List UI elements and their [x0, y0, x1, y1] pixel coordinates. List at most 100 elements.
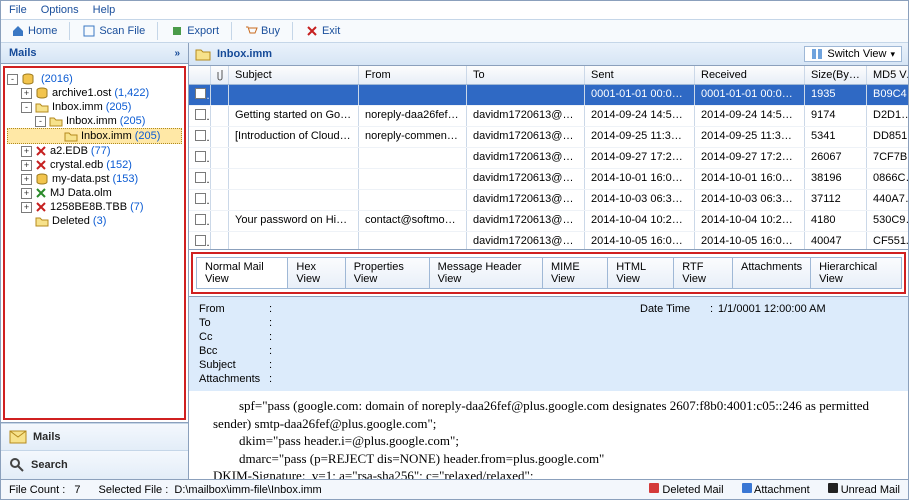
- exit-button[interactable]: Exit: [299, 22, 346, 40]
- view-tab[interactable]: Hex View: [287, 257, 345, 289]
- node-label: MJ Data.olm: [50, 187, 112, 199]
- menu-bar: File Options Help: [1, 1, 908, 20]
- cell-to: davidm1720613@gmail...: [467, 169, 585, 189]
- node-label: Deleted: [52, 215, 90, 227]
- buy-button[interactable]: Buy: [238, 22, 286, 40]
- col-subject[interactable]: Subject: [229, 66, 359, 84]
- view-tab[interactable]: Properties View: [345, 257, 430, 289]
- cell-from: [359, 148, 467, 168]
- lbl-bcc: Bcc: [199, 345, 269, 357]
- table-row[interactable]: Getting started on Googl...noreply-daa26…: [189, 106, 908, 127]
- menu-help[interactable]: Help: [93, 4, 116, 16]
- col-sent[interactable]: Sent: [585, 66, 695, 84]
- row-checkbox[interactable]: [195, 235, 206, 246]
- switch-view-button[interactable]: Switch View▾: [804, 46, 902, 62]
- expand-toggle[interactable]: +: [21, 160, 32, 171]
- row-checkbox[interactable]: [195, 172, 206, 183]
- nav-search[interactable]: Search: [1, 450, 188, 479]
- folder-tree[interactable]: - (2016)+archive1.ost (1,422)-Inbox.imm …: [3, 66, 186, 420]
- expand-toggle[interactable]: +: [21, 188, 32, 199]
- view-tab[interactable]: MIME View: [542, 257, 608, 289]
- row-checkbox[interactable]: [195, 214, 206, 225]
- cell-sent: 2014-09-25 11:34:38: [585, 127, 695, 147]
- table-row[interactable]: davidm1720613@gmail...2014-09-27 17:21:5…: [189, 148, 908, 169]
- row-checkbox[interactable]: [195, 130, 206, 141]
- tree-node[interactable]: -Inbox.imm (205): [7, 114, 182, 128]
- col-attach[interactable]: [211, 66, 229, 84]
- expand-toggle[interactable]: -: [7, 74, 18, 85]
- node-count: (1,422): [114, 87, 149, 99]
- tree-node[interactable]: Inbox.imm (205): [7, 128, 182, 144]
- tree-node[interactable]: + archive1.ost (1,422): [7, 86, 182, 100]
- view-tab[interactable]: HTML View: [607, 257, 674, 289]
- file-count-label: File Count : 7: [9, 484, 81, 496]
- cell-size: 1935: [805, 85, 867, 105]
- chevron-icon[interactable]: »: [174, 48, 180, 59]
- node-icon: [35, 215, 49, 227]
- col-size[interactable]: Size(Bytes): [805, 66, 867, 84]
- expand-toggle[interactable]: +: [21, 88, 32, 99]
- col-check[interactable]: [189, 66, 211, 84]
- node-label: 1258BE8B.TBB: [50, 201, 127, 213]
- table-row[interactable]: davidm1720613@gmail...2014-10-05 16:06:2…: [189, 232, 908, 250]
- view-tab[interactable]: Message Header View: [429, 257, 543, 289]
- selected-file-label: Selected File : D:\mailbox\imm-file\Inbo…: [99, 484, 322, 496]
- col-from[interactable]: From: [359, 66, 467, 84]
- view-tab[interactable]: RTF View: [673, 257, 733, 289]
- table-row[interactable]: davidm1720613@gmail...2014-10-01 16:09:3…: [189, 169, 908, 190]
- nav-mails[interactable]: Mails: [1, 423, 188, 450]
- row-checkbox[interactable]: [195, 109, 206, 120]
- cell-subject: [229, 85, 359, 105]
- tree-node[interactable]: +my-data.pst (153): [7, 172, 182, 186]
- val-datetime: 1/1/0001 12:00:00 AM: [718, 303, 898, 315]
- tree-node[interactable]: - (2016): [7, 72, 182, 86]
- node-label: archive1.ost: [52, 87, 111, 99]
- row-checkbox[interactable]: [195, 151, 206, 162]
- col-md5[interactable]: MD5 Values: [867, 66, 908, 84]
- scan-button[interactable]: Scan File: [76, 22, 151, 40]
- toolbar: Home Scan File Export Buy Exit: [1, 20, 908, 43]
- table-row[interactable]: davidm1720613@gmail...2014-10-03 06:34:1…: [189, 190, 908, 211]
- row-checkbox[interactable]: [195, 88, 206, 99]
- node-label: my-data.pst: [52, 173, 109, 185]
- menu-file[interactable]: File: [9, 4, 27, 16]
- expand-toggle[interactable]: -: [21, 102, 32, 113]
- mail-grid[interactable]: Subject From To Sent Received Size(Bytes…: [189, 66, 908, 250]
- node-count: (205): [106, 101, 132, 113]
- table-row[interactable]: 0001-01-01 00:00:000001-01-01 00:00:0019…: [189, 85, 908, 106]
- home-icon: [11, 24, 25, 38]
- tree-node[interactable]: +1258BE8B.TBB (7): [7, 200, 182, 214]
- col-to[interactable]: To: [467, 66, 585, 84]
- expand-toggle[interactable]: -: [35, 116, 46, 127]
- tree-node[interactable]: + MJ Data.olm: [7, 186, 182, 200]
- table-row[interactable]: Your password on Hidde...contact@softmoz…: [189, 211, 908, 232]
- cell-to: davidm1720613@gmail...: [467, 127, 585, 147]
- table-row[interactable]: [Introduction of Cloud C...noreply-comme…: [189, 127, 908, 148]
- view-tab[interactable]: Normal Mail View: [196, 257, 288, 289]
- separator: [69, 22, 70, 40]
- scan-icon: [82, 24, 96, 38]
- col-received[interactable]: Received: [695, 66, 805, 84]
- row-checkbox[interactable]: [195, 193, 206, 204]
- separator: [231, 22, 232, 40]
- tree-node[interactable]: +a2.EDB (77): [7, 144, 182, 158]
- node-count: (205): [135, 130, 161, 142]
- tree-node[interactable]: Deleted (3): [7, 214, 182, 228]
- menu-options[interactable]: Options: [41, 4, 79, 16]
- expand-toggle[interactable]: +: [21, 146, 32, 157]
- cell-sent: 2014-10-04 10:24:41: [585, 211, 695, 231]
- sidebar: Mails » - (2016)+archive1.ost (1,422)-In…: [1, 43, 189, 479]
- preview-body[interactable]: spf="pass (google.com: domain of noreply…: [189, 391, 908, 479]
- view-tab[interactable]: Attachments: [732, 257, 811, 289]
- expand-toggle[interactable]: +: [21, 202, 32, 213]
- cell-received: 2014-10-04 10:24:41: [695, 211, 805, 231]
- tree-node[interactable]: -Inbox.imm (205): [7, 100, 182, 114]
- node-label: crystal.edb: [50, 159, 103, 171]
- expand-toggle[interactable]: +: [21, 174, 32, 185]
- tree-node[interactable]: +crystal.edb (152): [7, 158, 182, 172]
- cell-size: 9174: [805, 106, 867, 126]
- separator: [292, 22, 293, 40]
- home-button[interactable]: Home: [5, 22, 63, 40]
- export-button[interactable]: Export: [164, 22, 225, 40]
- view-tab[interactable]: Hierarchical View: [810, 257, 902, 289]
